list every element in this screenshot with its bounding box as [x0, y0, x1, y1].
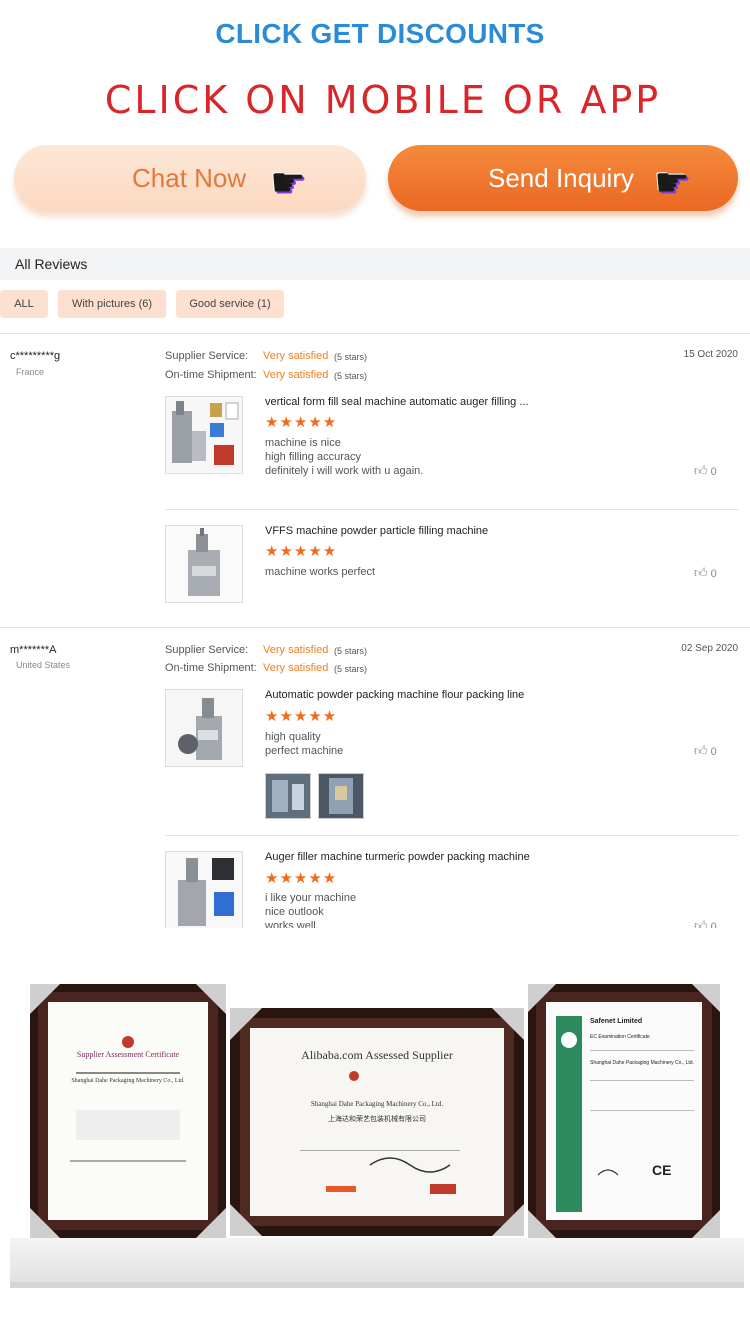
shipment-label: On-time Shipment: [165, 662, 257, 674]
product-thumbnail[interactable] [165, 689, 243, 767]
rating-stars: ★★★★★ [265, 870, 338, 887]
rating-stars: ★★★★★ [265, 708, 338, 725]
right-cert-company: Shanghai Dahe Packaging Machinery Co., L… [590, 1060, 694, 1066]
reviewer-name: m*******A [10, 644, 57, 656]
product-title[interactable]: Automatic powder packing machine flour p… [265, 689, 524, 701]
product-thumbnail[interactable] [165, 396, 243, 474]
pointer-hand-icon: ☛ [654, 161, 690, 205]
rating-stars: ★★★★★ [265, 543, 338, 560]
supplier-service-value: Very satisfied [263, 350, 329, 362]
middle-cert-title: Alibaba.com Assessed Supplier [301, 1048, 453, 1062]
thumbs-up-icon: 👍︎ [694, 463, 708, 478]
review-photo[interactable] [318, 773, 364, 819]
shipment-stars: (5 stars) [334, 664, 368, 674]
shipment-label: On-time Shipment: [165, 369, 257, 381]
review-date: 02 Sep 2020 [681, 643, 738, 654]
left-cert-title: Supplier Assessment Certificate [76, 1050, 180, 1059]
product-title[interactable]: vertical form fill seal machine automati… [265, 396, 529, 408]
shipment-stars: (5 stars) [334, 371, 368, 381]
like-button[interactable]: 👍︎ 0 [694, 463, 717, 479]
review-item-clipped: Auger filler machine turmeric powder pac… [0, 836, 750, 928]
pointer-hand-icon: ☛ [270, 161, 306, 205]
promo-subtitle: CLICK ON MOBILE OR APP [104, 78, 662, 122]
reviews-header-title: All Reviews [15, 256, 88, 272]
review-photo[interactable] [265, 773, 311, 819]
certificates-illustration [10, 984, 744, 1288]
send-inquiry-button[interactable]: Send Inquiry ☛ [388, 145, 738, 211]
supplier-service-stars: (5 stars) [334, 352, 368, 362]
thumbs-up-icon: 👍︎ [694, 743, 708, 758]
divider [0, 333, 750, 334]
chat-now-button[interactable]: Chat Now ☛ [14, 145, 366, 211]
supplier-service-value: Very satisfied [263, 644, 329, 656]
review-comment: high quality perfect machine [265, 731, 344, 757]
review-comment: machine is nice high filling accuracy de… [265, 437, 424, 477]
filter-with-pictures[interactable]: With pictures (6) [58, 290, 166, 318]
right-cert-subtitle: EC Examination Certificate [590, 1034, 650, 1040]
filter-good-service[interactable]: Good service (1) [176, 290, 284, 318]
chat-now-label: Chat Now [132, 162, 247, 193]
like-count: 0 [710, 568, 717, 580]
like-count: 0 [710, 746, 717, 758]
like-count: 0 [710, 466, 717, 478]
reviewer-country: France [16, 367, 45, 377]
right-cert-title: Safenet Limited [590, 1018, 643, 1025]
thumbs-up-icon: 👍︎ [694, 918, 708, 928]
reviewer-country: United States [16, 660, 71, 670]
shipment-value: Very satisfied [263, 369, 329, 381]
reviews-header: All Reviews [0, 248, 750, 280]
supplier-service-stars: (5 stars) [334, 646, 368, 656]
product-thumbnail[interactable] [165, 851, 243, 928]
review-date: 15 Oct 2020 [683, 349, 738, 360]
review-comment: machine works perfect [265, 566, 376, 578]
product-thumbnail[interactable] [165, 525, 243, 603]
send-inquiry-label: Send Inquiry [488, 162, 634, 193]
product-title[interactable]: Auger filler machine turmeric powder pac… [265, 851, 530, 863]
supplier-service-label: Supplier Service: [165, 644, 249, 656]
middle-cert-company-cn: 上海达和荣艺包装机械有限公司 [328, 1115, 426, 1123]
supplier-service-label: Supplier Service: [165, 350, 249, 362]
middle-cert-company: Shanghai Dahe Packaging Machinery Co., L… [310, 1100, 444, 1108]
product-title[interactable]: VFFS machine powder particle filling mac… [265, 525, 488, 537]
divider [0, 627, 750, 628]
like-button[interactable]: 👍︎ 0 [694, 565, 717, 581]
like-button[interactable]: 👍︎ 0 [694, 918, 717, 928]
shipment-value: Very satisfied [263, 662, 329, 674]
review-comment: i like your machine nice outlook works w… [265, 892, 357, 928]
promo-title: CLICK GET DISCOUNTS [215, 18, 545, 49]
reviewer-name: c*********g [10, 350, 61, 362]
like-count: 0 [710, 921, 717, 928]
certificates-banner: Supplier Assessment Certificate Shanghai… [0, 960, 750, 1324]
filter-all[interactable]: ALL [0, 290, 48, 318]
like-button[interactable]: 👍︎ 0 [694, 743, 717, 759]
left-cert-company: Shanghai Dahe Packaging Machinery Co., L… [71, 1078, 185, 1084]
divider [165, 509, 739, 510]
rating-stars: ★★★★★ [265, 414, 338, 431]
ce-mark: CE [652, 1162, 672, 1178]
thumbs-up-icon: 👍︎ [694, 565, 708, 580]
